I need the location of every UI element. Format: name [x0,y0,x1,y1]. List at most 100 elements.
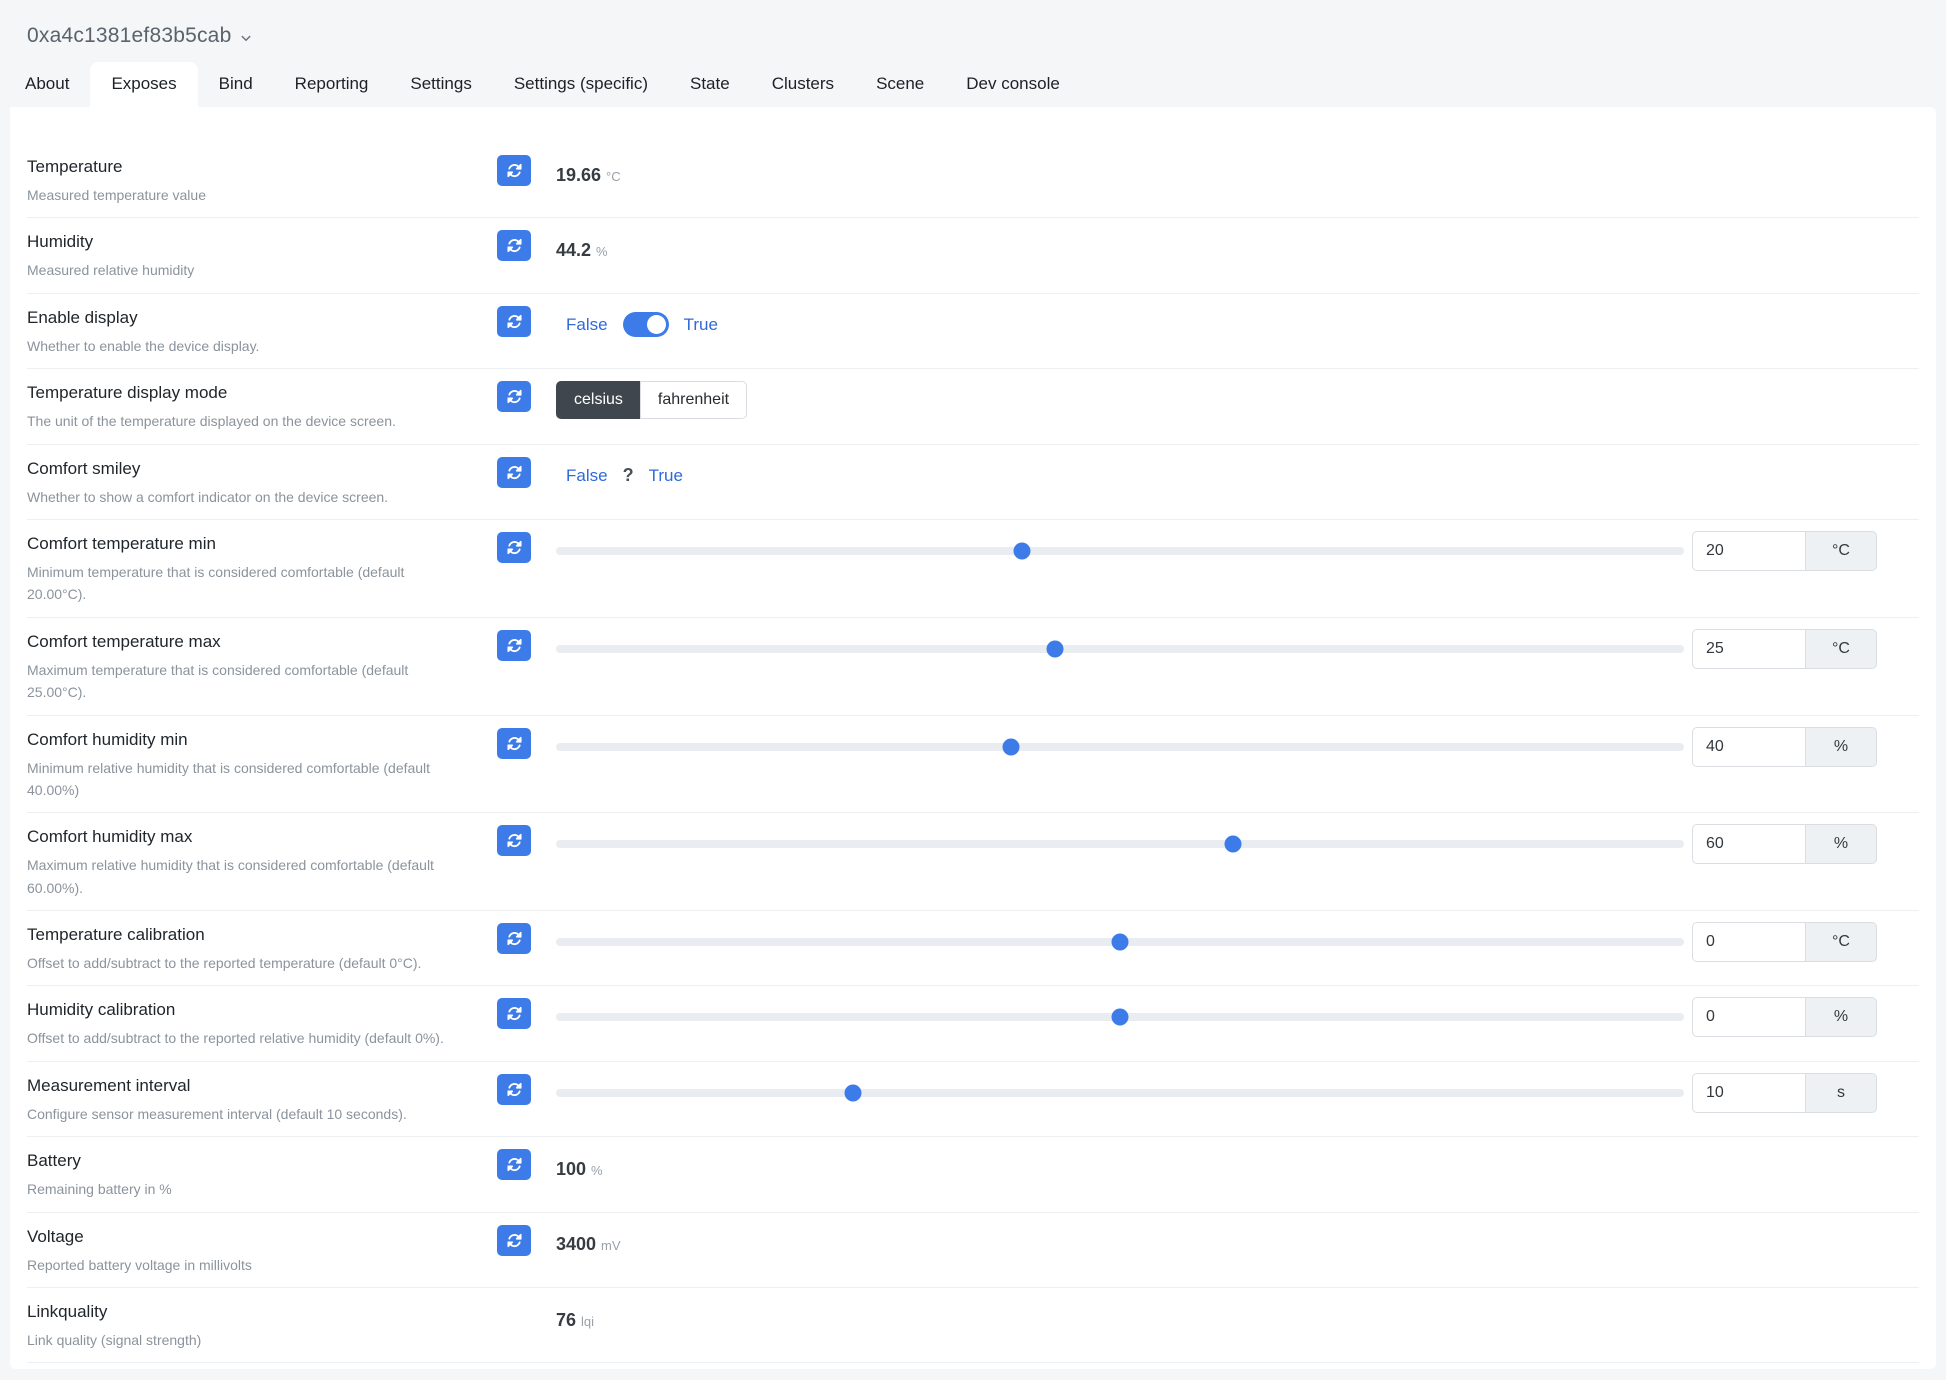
value: 3400 [556,1234,596,1254]
row-comfort-humidity-min: Comfort humidity min Minimum relative hu… [27,716,1919,814]
refresh-button[interactable] [497,1074,531,1105]
tab-about[interactable]: About [4,62,90,107]
unit: lqi [581,1314,594,1329]
slider[interactable] [556,629,1684,669]
refresh-button[interactable] [497,825,531,856]
slider-thumb[interactable] [1112,934,1129,951]
slider-thumb[interactable] [844,1084,861,1101]
option-fahrenheit[interactable]: fahrenheit [640,381,747,419]
refresh-button[interactable] [497,306,531,337]
toggle-true-label[interactable]: True [684,315,718,335]
sync-icon [507,638,522,653]
slider-thumb[interactable] [1112,1009,1129,1026]
refresh-button[interactable] [497,230,531,261]
slider-thumb[interactable] [1224,836,1241,853]
slider-thumb[interactable] [1002,738,1019,755]
tristate-false-label[interactable]: False [566,466,608,486]
refresh-button[interactable] [497,630,531,661]
refresh-button[interactable] [497,532,531,563]
value-input[interactable] [1692,531,1806,571]
expose-title: Temperature display mode [27,380,497,403]
exposes-panel: Temperature Measured temperature value 1… [10,107,1936,1369]
slider-track [556,1089,1684,1097]
expose-title: Voltage [27,1224,497,1247]
tristate-control: False ? True [556,465,683,486]
tab-bind[interactable]: Bind [198,62,274,107]
toggle-false-label[interactable]: False [566,315,608,335]
value: 100 [556,1159,586,1179]
value-input[interactable] [1692,629,1806,669]
sync-icon [507,540,522,555]
expose-title: Measurement interval [27,1073,497,1096]
value-input-group: % [1692,997,1877,1037]
refresh-button[interactable] [497,728,531,759]
value-input[interactable] [1692,727,1806,767]
value-input[interactable] [1692,824,1806,864]
expose-title: Comfort temperature max [27,629,497,652]
tab-settings-specific[interactable]: Settings (specific) [493,62,669,107]
unit-addon: °C [1806,922,1877,962]
row-battery: Battery Remaining battery in % 100% [27,1137,1919,1212]
slider-thumb[interactable] [1013,542,1030,559]
expose-title: Comfort smiley [27,456,497,479]
tab-clusters[interactable]: Clusters [751,62,855,107]
expose-description: Reported battery voltage in millivolts [27,1254,497,1276]
expose-description: Maximum temperature that is considered c… [27,659,497,704]
refresh-button[interactable] [497,1225,531,1256]
slider[interactable] [556,824,1684,864]
sync-icon [507,314,522,329]
expose-title: Comfort temperature min [27,531,497,554]
sync-icon [507,1006,522,1021]
tab-scene[interactable]: Scene [855,62,945,107]
expose-title: Humidity calibration [27,997,497,1020]
value-input[interactable] [1692,922,1806,962]
expose-description: Minimum relative humidity that is consid… [27,757,497,802]
toggle-switch[interactable] [623,312,669,337]
refresh-button[interactable] [497,457,531,488]
slider[interactable] [556,531,1684,571]
value-input[interactable] [1692,997,1806,1037]
tab-exposes[interactable]: Exposes [90,62,197,107]
slider-thumb[interactable] [1046,640,1063,657]
sync-icon [507,163,522,178]
slider-track [556,840,1684,848]
expose-title: Comfort humidity max [27,824,497,847]
row-comfort-smiley: Comfort smiley Whether to show a comfort… [27,445,1919,520]
option-celsius[interactable]: celsius [556,381,640,419]
value: 44.2 [556,240,591,260]
tab-state[interactable]: State [669,62,751,107]
unit: °C [606,169,621,184]
value-input-group: °C [1692,922,1877,962]
tab-bar: About Exposes Bind Reporting Settings Se… [0,62,1946,107]
device-selector[interactable]: 0xa4c1381ef83b5cab [27,24,252,48]
expose-title: Temperature [27,154,497,177]
refresh-button[interactable] [497,381,531,412]
tristate-unknown-indicator[interactable]: ? [623,465,634,486]
unit-addon: °C [1806,531,1877,571]
expose-description: Offset to add/subtract to the reported t… [27,952,497,974]
sync-icon [507,1082,522,1097]
slider[interactable] [556,1073,1684,1113]
row-comfort-temperature-max: Comfort temperature max Maximum temperat… [27,618,1919,716]
row-temperature: Temperature Measured temperature value 1… [27,143,1919,218]
value-input[interactable] [1692,1073,1806,1113]
value-display: 100% [556,1157,603,1180]
tab-settings[interactable]: Settings [389,62,492,107]
refresh-button[interactable] [497,923,531,954]
row-comfort-humidity-max: Comfort humidity max Maximum relative hu… [27,813,1919,911]
tristate-true-label[interactable]: True [649,466,683,486]
value-input-group: % [1692,727,1877,767]
sync-icon [507,833,522,848]
tab-dev-console[interactable]: Dev console [945,62,1081,107]
tab-reporting[interactable]: Reporting [274,62,390,107]
slider[interactable] [556,997,1684,1037]
refresh-button[interactable] [497,1149,531,1180]
expose-title: Enable display [27,305,497,328]
device-id: 0xa4c1381ef83b5cab [27,24,231,48]
refresh-button[interactable] [497,155,531,186]
slider[interactable] [556,727,1684,767]
refresh-button[interactable] [497,998,531,1029]
value-input-group: °C [1692,531,1877,571]
row-temperature-calibration: Temperature calibration Offset to add/su… [27,911,1919,986]
slider[interactable] [556,922,1684,962]
